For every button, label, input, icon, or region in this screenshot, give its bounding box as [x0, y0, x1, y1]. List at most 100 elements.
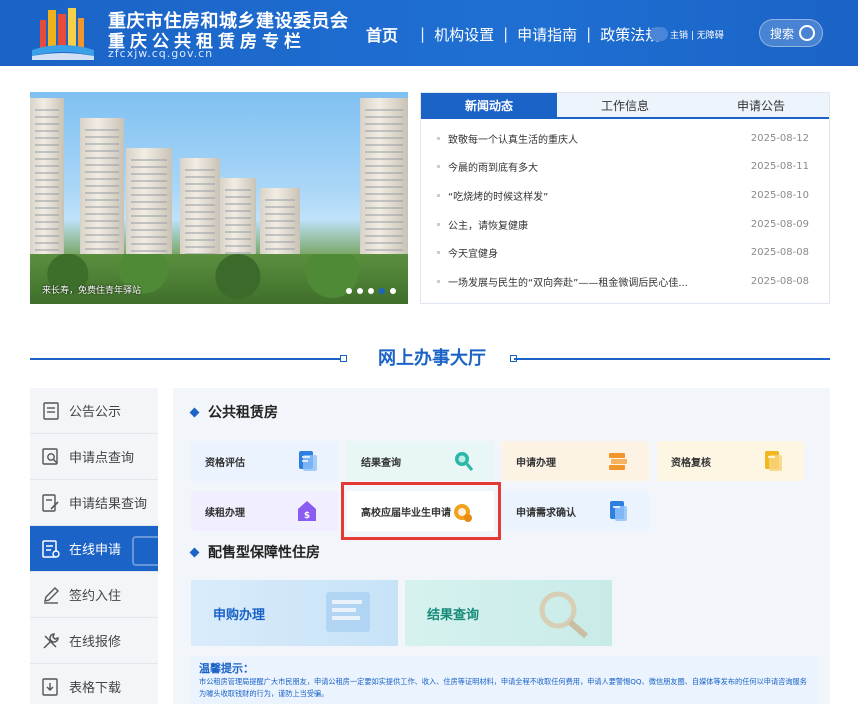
review-doc-icon [765, 451, 782, 471]
card-label: 资格评估 [205, 457, 245, 469]
search-icon [799, 25, 815, 41]
search-button[interactable]: 搜索 [759, 19, 823, 47]
sidebar-item-sign-checkin[interactable]: 签约入住 [30, 572, 158, 618]
news-date: 2025-08-12 [750, 132, 809, 144]
site-url: zfcxjw.cq.gov.cn [108, 47, 214, 60]
news-date: 2025-08-11 [750, 161, 809, 173]
news-item[interactable]: 一场发展与民生的“双向奔赴”——租金微调后民心佳... 2025-08-08 [437, 267, 809, 296]
sidebar-item-online-apply[interactable]: 在线申请 [30, 526, 158, 572]
nav-separator: | [586, 25, 592, 43]
pen-icon [42, 586, 60, 604]
bullet-icon [437, 251, 440, 255]
document-icon [42, 401, 60, 420]
news-title[interactable]: 今晨的雨到底有多大 [448, 159, 741, 174]
sidebar-item-result-query[interactable]: 申请结果查询 [30, 480, 158, 526]
sidebar-item-apply-point-query[interactable]: 申请点查询 [30, 434, 158, 480]
card-lease-renewal[interactable]: 续租办理 $ [191, 491, 338, 531]
news-date: 2025-08-10 [750, 189, 809, 201]
site-logo[interactable] [30, 6, 96, 60]
apply-icon [42, 539, 60, 558]
nav-organization[interactable]: 机构设置 [434, 24, 494, 45]
banner-building [360, 98, 408, 268]
banner-building [180, 158, 220, 268]
card-label: 申请办理 [516, 457, 556, 469]
card-demand-confirm[interactable]: 申请需求确认 [502, 491, 649, 531]
assessment-doc-icon [299, 451, 317, 471]
title-divider [30, 358, 342, 360]
news-title[interactable]: 公主，请恢复健康 [448, 217, 741, 232]
card-purchase-process[interactable]: 申购办理 [191, 580, 398, 646]
news-item[interactable]: 致敬每一个认真生活的重庆人 2025-08-12 [437, 124, 809, 153]
news-tabs: 新闻动态 工作信息 申请公告 [421, 93, 829, 119]
magnifier-illustration-icon [539, 591, 588, 639]
user-links[interactable]: 主销 | 无障碍 [670, 28, 724, 41]
banner-caption[interactable]: 来长寿，免费住青年驿站 [42, 283, 141, 296]
house-money-icon: $ [298, 501, 316, 521]
card-graduate-apply[interactable]: 高校应届毕业生申请 [347, 491, 494, 531]
card-sale-result-query[interactable]: 结果查询 [405, 580, 612, 646]
sale-housing-heading: 配售型保障性住房 [189, 542, 320, 562]
news-panel: 新闻动态 工作信息 申请公告 致敬每一个认真生活的重庆人 2025-08-12 今… [420, 92, 830, 304]
card-label: 结果查询 [361, 457, 401, 469]
nav-separator: | [503, 25, 509, 43]
card-qualification-assessment[interactable]: 资格评估 [191, 441, 338, 481]
news-item[interactable]: “吃烧烤的时候这样发” 2025-08-10 [437, 181, 809, 210]
carousel-dot[interactable] [390, 288, 396, 294]
card-label: 结果查询 [427, 607, 480, 623]
svg-text:$: $ [304, 511, 310, 521]
carousel-dots [346, 288, 396, 294]
square-icon [340, 355, 347, 362]
sidebar-item-label: 在线申请 [69, 543, 122, 558]
edit-doc-icon [42, 493, 60, 512]
news-item[interactable]: 今晨的雨到底有多大 2025-08-11 [437, 153, 809, 182]
tab-announcements[interactable]: 申请公告 [693, 93, 829, 117]
title-divider [514, 358, 830, 360]
news-title[interactable]: “吃烧烤的时候这样发” [448, 188, 741, 203]
nav-apply-guide[interactable]: 申请指南 [517, 24, 577, 45]
search-doc-icon [42, 447, 60, 466]
tab-work-info[interactable]: 工作信息 [557, 93, 693, 117]
banner-building [80, 118, 124, 268]
user-avatar[interactable] [650, 27, 668, 41]
carousel-dot[interactable] [368, 288, 374, 294]
tab-news[interactable]: 新闻动态 [421, 93, 557, 117]
news-title[interactable]: 今天宜健身 [448, 245, 741, 260]
sidebar-item-form-download[interactable]: 表格下载 [30, 664, 158, 704]
diamond-icon [189, 407, 200, 417]
diamond-icon [189, 547, 200, 557]
confirm-doc-icon [610, 501, 627, 521]
news-title[interactable]: 致敬每一个认真生活的重庆人 [448, 131, 741, 146]
bullet-icon [437, 222, 440, 226]
carousel-dot[interactable] [346, 288, 352, 294]
banner-building [30, 98, 64, 268]
sidebar-item-label: 在线报修 [69, 635, 122, 650]
wrench-icon [42, 632, 60, 650]
news-item[interactable]: 今天宜健身 2025-08-08 [437, 238, 809, 267]
section-title-text: 网上办事大厅 [378, 348, 486, 369]
card-qualification-review[interactable]: 资格复核 [657, 441, 804, 481]
magnifier-icon [455, 452, 474, 471]
sidebar-item-label: 申请点查询 [69, 451, 135, 466]
card-label: 申购办理 [213, 607, 266, 623]
sidebar-item-label: 签约入住 [69, 589, 122, 604]
tips-body: 市公租房管理局提醒广大市民朋友，申请公租房一定要如实提供工作、收入、住房等证明材… [199, 677, 807, 698]
banner-carousel[interactable]: 来长寿，免费住青年驿站 [30, 92, 408, 304]
document-illustration-icon [326, 592, 370, 632]
carousel-dot[interactable] [379, 288, 385, 294]
nav-home[interactable]: 首页 [366, 22, 398, 46]
sale-housing-title: 配售型保障性住房 [208, 545, 320, 561]
news-title[interactable]: 一场发展与民生的“双向奔赴”——租金微调后民心佳... [448, 274, 741, 289]
news-date: 2025-08-08 [750, 275, 809, 287]
sidebar-item-announcements[interactable]: 公告公示 [30, 388, 158, 434]
news-item[interactable]: 公主，请恢复健康 2025-08-09 [437, 210, 809, 239]
carousel-dot[interactable] [357, 288, 363, 294]
card-result-query[interactable]: 结果查询 [347, 441, 494, 481]
card-apply-process[interactable]: 申请办理 [502, 441, 649, 481]
bullet-icon [437, 136, 440, 140]
banner-trees [30, 254, 408, 304]
warm-tips: 温馨提示： 市公租房管理局提醒广大市民朋友，申请公租房一定要如实提供工作、收入、… [191, 656, 818, 704]
news-date: 2025-08-08 [750, 247, 809, 259]
section-title-online-hall: 网上办事大厅 [0, 344, 858, 374]
search-label: 搜索 [770, 26, 795, 41]
sidebar-item-online-repair[interactable]: 在线报修 [30, 618, 158, 664]
